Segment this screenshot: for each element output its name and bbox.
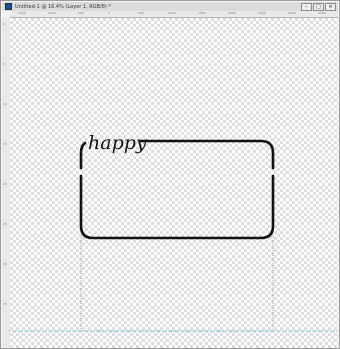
frame-bottom-stroke[interactable]	[79, 174, 275, 240]
artwork-layer[interactable]: happy	[0, 0, 340, 349]
script-word[interactable]: happy	[88, 132, 147, 154]
frame-top-left-stroke[interactable]	[79, 141, 87, 170]
frame-top-right-stroke[interactable]	[139, 139, 275, 170]
selection-marquee[interactable]	[80, 236, 274, 332]
